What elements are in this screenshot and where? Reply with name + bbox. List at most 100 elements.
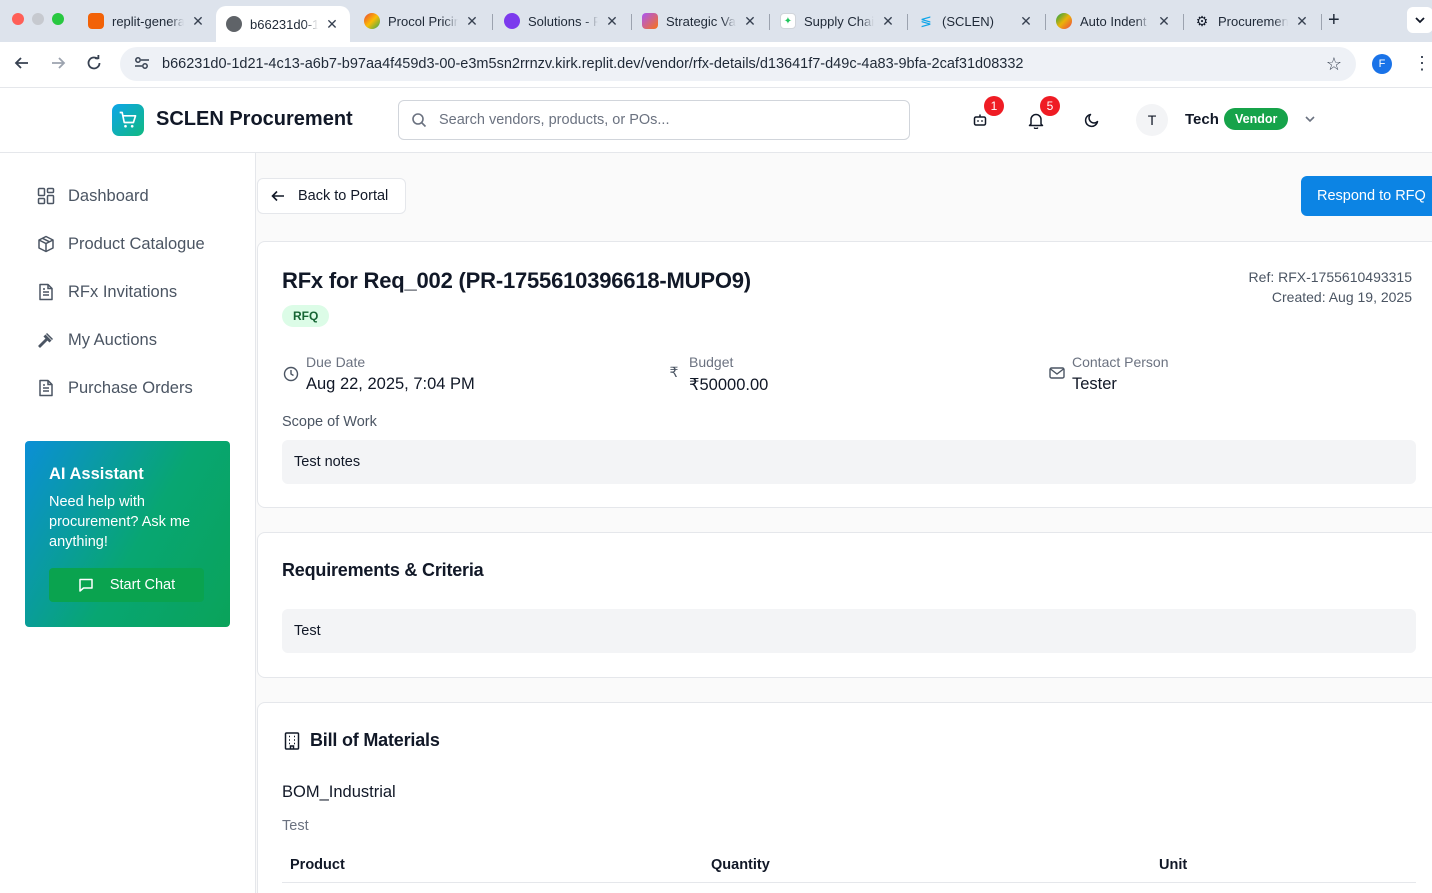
tab-title: b66231d0-1d21 bbox=[250, 16, 318, 32]
url-text[interactable]: b66231d0-1d21-4c13-a6b7-b97aa4f459d3-00-… bbox=[162, 56, 1023, 72]
new-tab-icon[interactable]: + bbox=[1328, 9, 1340, 32]
close-tab-icon[interactable]: ✕ bbox=[324, 16, 340, 33]
reload-icon[interactable] bbox=[85, 54, 103, 77]
maximize-window-button[interactable] bbox=[52, 13, 64, 25]
auto-indent-favicon-icon bbox=[1056, 13, 1072, 29]
due-date-value: Aug 22, 2025, 7:04 PM bbox=[306, 375, 475, 393]
ai-bot-button[interactable]: 1 bbox=[968, 96, 1004, 132]
browser-tab[interactable]: Procol Pricing ✕ bbox=[354, 4, 490, 38]
sidebar-item-my-auctions[interactable]: My Auctions bbox=[36, 325, 157, 355]
bom-table: Product Quantity Unit bbox=[282, 847, 1416, 883]
user-avatar[interactable]: T bbox=[1136, 104, 1168, 136]
start-chat-label: Start Chat bbox=[109, 577, 176, 593]
browser-tab[interactable]: ✦ Supply Chain ✕ bbox=[770, 4, 906, 38]
tab-title: Supply Chain bbox=[804, 13, 874, 29]
close-tab-icon[interactable]: ✕ bbox=[1156, 13, 1172, 30]
rfx-created-date: Created: Aug 19, 2025 bbox=[1271, 289, 1412, 305]
theme-toggle-button[interactable] bbox=[1080, 108, 1104, 132]
respond-to-rfq-label: Respond to RFQ bbox=[1317, 188, 1426, 204]
requirements-box: Test bbox=[282, 609, 1416, 653]
forward-arrow-icon[interactable] bbox=[49, 54, 67, 77]
sidebar-item-label: My Auctions bbox=[68, 330, 157, 349]
close-tab-icon[interactable]: ✕ bbox=[604, 13, 620, 30]
column-header-unit: Unit bbox=[1159, 856, 1188, 873]
respond-to-rfq-button[interactable]: Respond to RFQ bbox=[1301, 176, 1432, 216]
dashboard-icon bbox=[36, 186, 56, 206]
close-tab-icon[interactable]: ✕ bbox=[742, 13, 758, 30]
role-badge: Vendor bbox=[1224, 108, 1289, 130]
rupee-icon: ₹ bbox=[669, 364, 679, 380]
scope-of-work-box: Test notes bbox=[282, 440, 1416, 484]
bom-heading: Bill of Materials bbox=[310, 730, 440, 750]
start-chat-button[interactable]: Start Chat bbox=[49, 568, 204, 602]
search-icon bbox=[411, 112, 427, 128]
requirements-card: Requirements & Criteria Test bbox=[257, 532, 1432, 678]
gavel-icon bbox=[36, 330, 56, 350]
close-tab-icon[interactable]: ✕ bbox=[880, 13, 896, 30]
contact-person-field: Contact Person Tester bbox=[1048, 353, 1169, 394]
sidebar-item-product-catalogue[interactable]: Product Catalogue bbox=[36, 229, 205, 259]
tab-search-chevron-icon[interactable] bbox=[1407, 7, 1432, 33]
due-date-field: Due Date Aug 22, 2025, 7:04 PM bbox=[282, 353, 475, 394]
sidebar: Dashboard Product Catalogue RFx Invitati… bbox=[0, 153, 256, 893]
bom-name: BOM_Industrial bbox=[282, 783, 396, 801]
ai-assistant-card: AI Assistant Need help with procurement?… bbox=[25, 441, 230, 627]
user-name[interactable]: Tech bbox=[1185, 111, 1219, 128]
openai-favicon-icon: ⚙ bbox=[1195, 12, 1209, 29]
bill-of-materials-card: Bill of Materials BOM_Industrial Test Pr… bbox=[257, 702, 1432, 893]
bell-icon bbox=[1028, 113, 1044, 129]
back-to-portal-button[interactable]: Back to Portal bbox=[257, 178, 406, 214]
close-tab-icon[interactable]: ✕ bbox=[1294, 13, 1310, 30]
package-icon bbox=[36, 234, 56, 254]
profile-avatar[interactable]: F bbox=[1372, 54, 1392, 74]
file-text-icon bbox=[36, 282, 56, 302]
notifications-button[interactable]: 5 bbox=[1024, 96, 1060, 132]
budget-value: ₹50000.00 bbox=[689, 376, 769, 394]
browser-tab-active[interactable]: b66231d0-1d21 ✕ bbox=[216, 6, 350, 42]
close-window-button[interactable] bbox=[12, 13, 24, 25]
browser-menu-icon[interactable]: ⋮ bbox=[1413, 53, 1431, 74]
browser-tab[interactable]: Strategic Value ✕ bbox=[632, 4, 768, 38]
browser-address-bar: b66231d0-1d21-4c13-a6b7-b97aa4f459d3-00-… bbox=[0, 42, 1432, 88]
site-settings-icon[interactable] bbox=[134, 56, 150, 73]
brand-name[interactable]: SCLEN Procurement bbox=[156, 108, 353, 131]
sidebar-item-label: Purchase Orders bbox=[68, 378, 193, 397]
contact-person-value: Tester bbox=[1072, 375, 1117, 393]
cart-logo-icon bbox=[112, 104, 144, 136]
tab-title: Strategic Value bbox=[666, 13, 736, 29]
browser-tab[interactable]: replit-generated ✕ bbox=[78, 4, 216, 38]
supply-chain-favicon-icon: ✦ bbox=[780, 13, 796, 29]
procol-favicon-icon bbox=[364, 13, 380, 29]
global-search[interactable] bbox=[398, 100, 910, 140]
tab-title: Solutions - Procol bbox=[528, 13, 598, 29]
back-arrow-icon[interactable] bbox=[13, 54, 31, 77]
arrow-left-icon bbox=[270, 188, 286, 204]
bookmark-star-icon[interactable]: ☆ bbox=[1326, 54, 1342, 75]
tab-title: Procol Pricing bbox=[388, 13, 458, 29]
sidebar-item-purchase-orders[interactable]: Purchase Orders bbox=[36, 373, 193, 403]
close-tab-icon[interactable]: ✕ bbox=[1018, 13, 1034, 30]
close-tab-icon[interactable]: ✕ bbox=[190, 13, 206, 30]
ai-assistant-title: AI Assistant bbox=[49, 465, 144, 483]
sidebar-item-label: Product Catalogue bbox=[68, 234, 205, 253]
browser-tab[interactable]: Auto Indent ✕ bbox=[1046, 4, 1182, 38]
bot-count-badge: 1 bbox=[984, 96, 1004, 116]
sidebar-item-dashboard[interactable]: Dashboard bbox=[36, 181, 149, 211]
tab-title: Auto Indent bbox=[1080, 13, 1147, 29]
requirements-value: Test bbox=[294, 623, 321, 639]
search-input[interactable] bbox=[439, 112, 909, 128]
budget-label: Budget bbox=[689, 354, 734, 370]
url-bar[interactable]: b66231d0-1d21-4c13-a6b7-b97aa4f459d3-00-… bbox=[120, 47, 1356, 81]
bot-icon bbox=[973, 114, 987, 126]
moon-icon bbox=[1084, 113, 1099, 128]
user-menu-chevron-icon[interactable] bbox=[1303, 112, 1317, 126]
scope-of-work-value: Test notes bbox=[294, 454, 361, 470]
minimize-window-button[interactable] bbox=[32, 13, 44, 25]
browser-tab[interactable]: ≶ (SCLEN) ✕ bbox=[908, 4, 1044, 38]
sidebar-item-rfx-invitations[interactable]: RFx Invitations bbox=[36, 277, 177, 307]
sidebar-item-label: Dashboard bbox=[68, 186, 149, 205]
browser-tab[interactable]: Solutions - Procol ✕ bbox=[494, 4, 630, 38]
browser-tab[interactable]: ⚙ Procurement ✕ bbox=[1184, 4, 1320, 38]
close-tab-icon[interactable]: ✕ bbox=[464, 13, 480, 30]
main-content: Back to Portal Respond to RFQ RFx for Re… bbox=[256, 153, 1432, 893]
